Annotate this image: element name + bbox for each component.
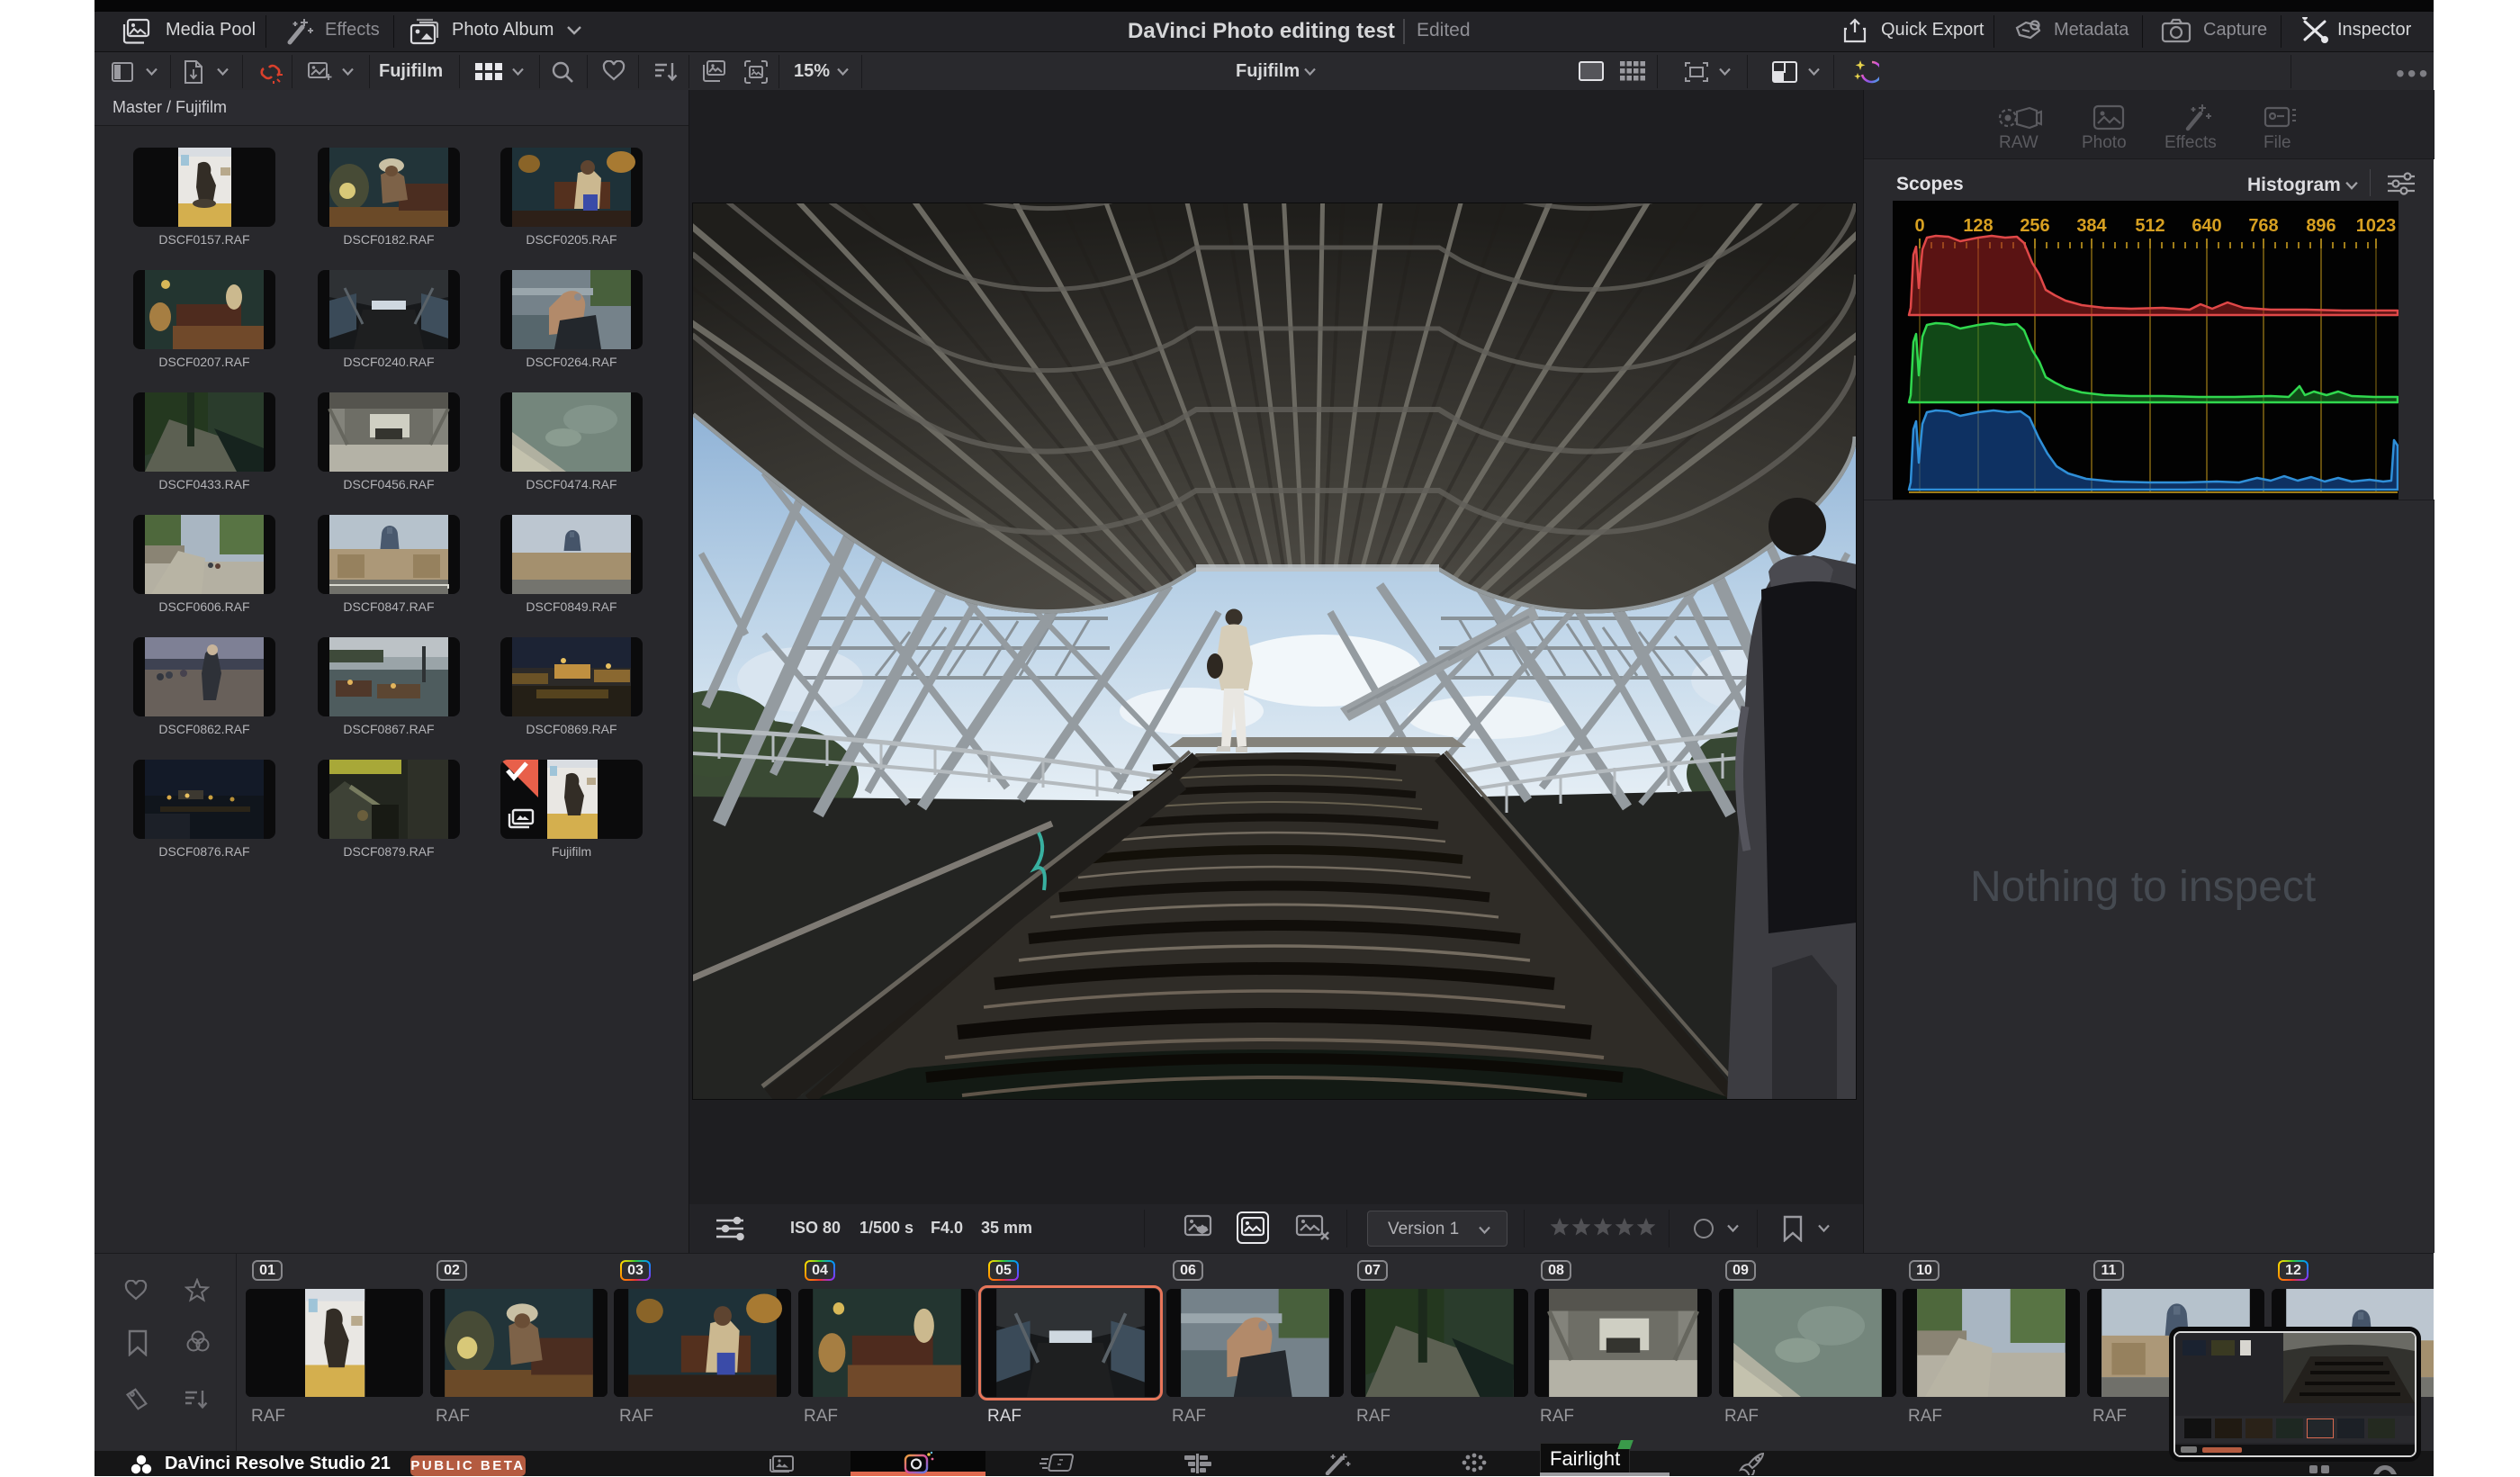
svg-text:640: 640 (2192, 216, 2221, 236)
svg-text:1023: 1023 (2356, 216, 2397, 236)
svg-text:384: 384 (2076, 216, 2107, 236)
svg-text:896: 896 (2306, 216, 2336, 236)
svg-text:128: 128 (1963, 216, 1993, 236)
svg-text:768: 768 (2248, 216, 2278, 236)
svg-text:0: 0 (1914, 216, 1924, 236)
svg-text:512: 512 (2135, 216, 2164, 236)
svg-text:256: 256 (2020, 216, 2049, 236)
